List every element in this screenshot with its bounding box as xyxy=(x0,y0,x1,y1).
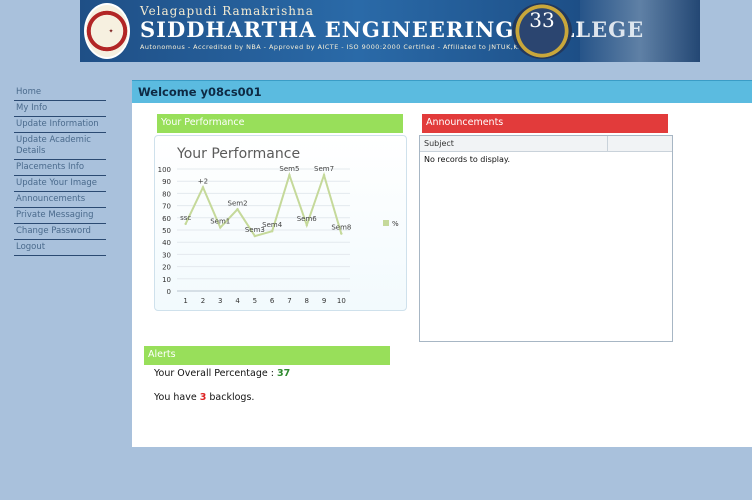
chart-title: Your Performance xyxy=(176,146,300,162)
overall-percentage-value: 37 xyxy=(276,368,291,379)
x-tick-label: 8 xyxy=(305,297,309,305)
graduates-photo xyxy=(580,0,700,62)
overall-percentage: Your Overall Percentage : 37 xyxy=(154,368,290,379)
college-logo-icon: ✦ xyxy=(84,3,130,59)
announcements-header: Announcements xyxy=(422,114,668,133)
y-tick-label: 20 xyxy=(162,264,171,272)
welcome-text: Welcome y08cs001 xyxy=(138,85,262,99)
y-tick-label: 80 xyxy=(162,190,171,198)
empty-message: No records to display. xyxy=(424,155,511,164)
grid-header: Subject xyxy=(420,136,672,152)
sidebar-item-my-info[interactable]: My Info xyxy=(14,101,106,117)
sidebar-item-placements-info[interactable]: Placements Info xyxy=(14,160,106,176)
point-label: Sem4 xyxy=(262,221,283,229)
point-label: Sem1 xyxy=(210,218,230,226)
point-label: Sem6 xyxy=(297,215,318,223)
legend-swatch xyxy=(383,220,389,226)
data-point xyxy=(340,232,343,235)
x-tick-label: 5 xyxy=(253,297,257,305)
overall-percentage-label: Your Overall Percentage : xyxy=(154,368,277,379)
badge-number: 33 xyxy=(529,8,555,32)
sidebar-item-private-messaging[interactable]: Private Messaging xyxy=(14,208,106,224)
data-point xyxy=(305,223,308,227)
x-tick-label: 3 xyxy=(218,297,222,305)
sidebar-item-update-information[interactable]: Update Information xyxy=(14,117,106,133)
sidebar-item-change-password[interactable]: Change Password xyxy=(14,224,106,240)
sidebar-item-update-academic-details[interactable]: Update Academic Details xyxy=(14,133,106,160)
anniversary-badge-icon: 33 xyxy=(512,3,572,59)
y-tick-label: 70 xyxy=(162,203,171,211)
y-tick-label: 50 xyxy=(162,227,171,235)
data-point xyxy=(288,173,291,177)
point-label: +2 xyxy=(198,177,208,185)
point-label: ssc xyxy=(180,214,191,222)
main-content: Welcome y08cs001 Your Performance Announ… xyxy=(132,80,752,447)
y-tick-label: 0 xyxy=(167,288,171,296)
x-tick-label: 1 xyxy=(183,297,187,305)
x-tick-label: 9 xyxy=(322,297,326,305)
y-tick-label: 90 xyxy=(162,178,171,186)
sidebar-item-home[interactable]: Home xyxy=(14,85,106,101)
header-banner: ✦ Velagapudi Ramakrishna SIDDHARTHA ENGI… xyxy=(0,0,752,62)
backlog-suffix: backlogs. xyxy=(206,392,255,403)
announcements-grid: Subject No records to display. xyxy=(419,135,673,342)
y-tick-label: 100 xyxy=(158,166,171,174)
sidebar-nav: Home My Info Update Information Update A… xyxy=(14,85,106,256)
backlog-message: You have 3 backlogs. xyxy=(154,392,254,403)
performance-chart: Your Performance 0 10 20 30 40 50 60 70 80 90 100 1 2… xyxy=(154,135,407,311)
backlog-prefix: You have xyxy=(154,392,200,403)
data-point xyxy=(201,186,205,189)
data-point xyxy=(322,173,326,177)
data-point xyxy=(270,230,274,233)
data-point xyxy=(236,208,239,211)
data-point xyxy=(219,226,222,229)
y-tick-label: 40 xyxy=(162,239,171,247)
alerts-header: Alerts xyxy=(144,346,390,365)
sidebar-item-logout[interactable]: Logout xyxy=(14,240,106,256)
x-tick-label: 6 xyxy=(270,297,275,305)
x-tick-label: 4 xyxy=(235,297,240,305)
banner-image: ✦ Velagapudi Ramakrishna SIDDHARTHA ENGI… xyxy=(80,0,700,62)
y-tick-label: 30 xyxy=(162,251,171,259)
column-header-subject[interactable]: Subject xyxy=(420,136,608,152)
point-label: Sem5 xyxy=(279,165,299,173)
data-point xyxy=(184,222,187,226)
sidebar-item-announcements[interactable]: Announcements xyxy=(14,192,106,208)
x-tick-label: 7 xyxy=(287,297,291,305)
college-subtitle: Velagapudi Ramakrishna xyxy=(140,4,314,18)
y-tick-label: 10 xyxy=(162,276,171,284)
welcome-bar: Welcome y08cs001 xyxy=(132,80,752,103)
x-tick-label: 10 xyxy=(337,297,346,305)
sidebar-item-update-your-image[interactable]: Update Your Image xyxy=(14,176,106,192)
x-tick-label: 2 xyxy=(201,297,205,305)
point-label: Sem8 xyxy=(331,224,351,232)
point-label: Sem2 xyxy=(228,199,248,207)
data-point xyxy=(253,234,257,238)
y-tick-label: 60 xyxy=(162,215,171,223)
college-accreditation: Autonomous - Accredited by NBA - Approve… xyxy=(140,43,547,51)
point-label: Sem7 xyxy=(314,165,334,173)
performance-header: Your Performance xyxy=(157,114,403,133)
performance-chart-svg: Your Performance 0 10 20 30 40 50 60 70 80 90 100 1 2… xyxy=(158,146,399,305)
legend-label: % xyxy=(392,220,399,228)
